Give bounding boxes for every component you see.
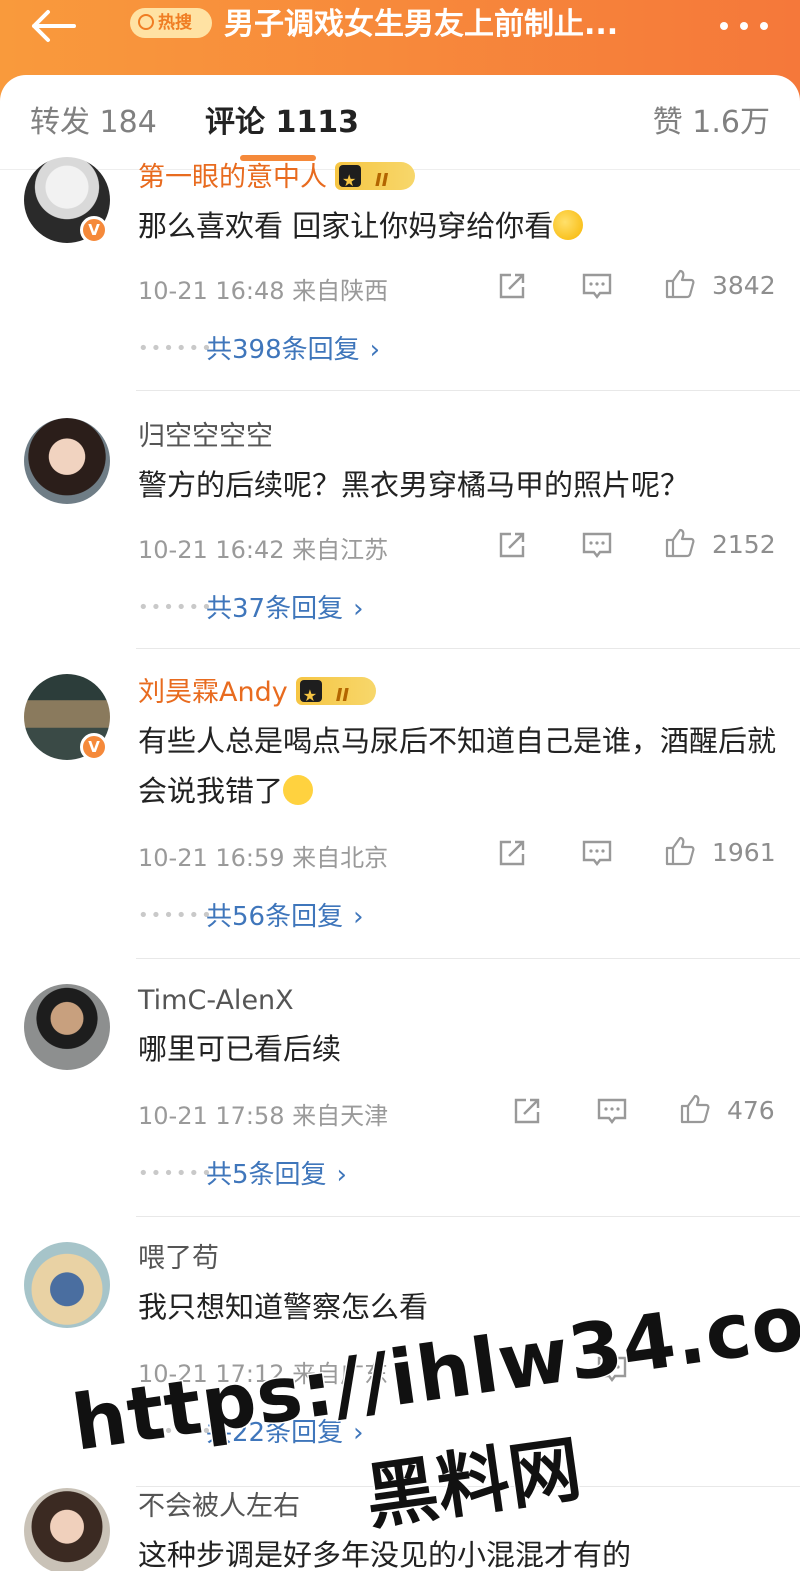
comment-text: 哪里可已看后续: [138, 1032, 342, 1066]
comment-item: 不会被人左右 这种步调是好多年没见的小混混才有的: [0, 1486, 800, 1571]
share-icon[interactable]: [495, 269, 529, 303]
replies-count: 共398条回复: [206, 335, 360, 365]
crying-emoji-icon: [553, 210, 584, 240]
comment-item: V 刘昊霖AndyII 有些人总是喝点马尿后不知道自己是谁，酒醒后就会说我错了 …: [0, 648, 800, 959]
like-count: 476: [727, 1096, 775, 1125]
avatar[interactable]: [24, 984, 110, 1070]
like-count: 2152: [712, 530, 776, 559]
chevron-right-icon: ›: [353, 594, 364, 624]
comment-item: 归空空空空 警方的后续呢？黑衣男穿橘马甲的照片呢？ 10-21 16:42 来自…: [0, 390, 800, 649]
tab-likes[interactable]: 赞 1.6万: [653, 103, 770, 143]
view-replies-link[interactable]: ••••••共5条回复 ›: [138, 1154, 347, 1191]
replies-count: 共22条回复: [206, 1418, 344, 1448]
tab-comments[interactable]: 评论 1113: [205, 103, 359, 143]
comment-time: 10-21 16:59: [138, 844, 285, 872]
comment-text: 这种步调是好多年没见的小混混才有的: [138, 1538, 632, 1571]
comment-location: 来自陕西: [292, 277, 389, 305]
vip-badge-icon: II: [295, 677, 376, 713]
view-replies-link[interactable]: ••••••共56条回复 ›: [138, 896, 364, 933]
smile-emoji-icon: [283, 775, 314, 805]
replies-count: 共37条回复: [206, 594, 344, 624]
like-icon[interactable]: [663, 267, 697, 301]
vip-badge-icon: II: [335, 162, 415, 198]
comment-icon[interactable]: [580, 836, 614, 870]
like-icon[interactable]: [678, 1092, 712, 1126]
comment-location: 来自北京: [292, 844, 389, 872]
comment-meta: 10-21 17:58 来自天津: [138, 1096, 388, 1131]
avatar[interactable]: [24, 418, 110, 504]
hot-search-label: 热搜: [158, 13, 192, 33]
comment-time: 10-21 16:48: [138, 277, 285, 305]
share-icon[interactable]: [495, 528, 529, 562]
view-replies-link[interactable]: ••••••共398条回复 ›: [138, 329, 380, 366]
share-icon[interactable]: [510, 1094, 544, 1128]
like-count: 3842: [712, 271, 776, 300]
username[interactable]: 第一眼的意中人 II: [138, 161, 415, 198]
comment-text: 有些人总是喝点马尿后不知道自己是谁，酒醒后就会说我错了: [138, 716, 778, 816]
chevron-right-icon: ›: [353, 1418, 364, 1448]
comment-location: 来自广东: [292, 1360, 389, 1388]
tab-bar: 转发 184 评论 1113 赞 1.6万: [0, 75, 800, 170]
verified-badge-icon: V: [80, 733, 108, 761]
hot-search-badge[interactable]: 热搜: [130, 8, 212, 38]
replies-count: 共56条回复: [206, 902, 344, 932]
back-arrow-icon[interactable]: [28, 8, 88, 48]
vip-level: II: [335, 685, 350, 706]
comment-text: 那么喜欢看 回家让你妈穿给你看: [138, 201, 778, 251]
comment-meta: 10-21 16:59 来自北京: [138, 838, 388, 873]
comment-meta: 10-21 16:48 来自陕西: [138, 271, 388, 306]
username-text: 第一眼的意中人: [138, 162, 327, 193]
verified-badge-icon: V: [80, 216, 108, 244]
vip-level: II: [375, 170, 389, 191]
more-options-icon[interactable]: [718, 8, 778, 42]
comment-icon[interactable]: [595, 1352, 629, 1386]
chevron-right-icon: ›: [369, 335, 381, 365]
comment-meta: 10-21 17:12 来自广东: [138, 1354, 388, 1389]
comment-item: V 第一眼的意中人 II 那么喜欢看 回家让你妈穿给你看 10-21 16:48 …: [0, 157, 800, 391]
avatar[interactable]: [24, 1488, 110, 1571]
comment-text: 我只想知道警察怎么看: [138, 1290, 429, 1324]
comment-time: 10-21 17:58: [138, 1102, 285, 1130]
chevron-right-icon: ›: [353, 902, 364, 932]
comment-text-body: 那么喜欢看 回家让你妈穿给你看: [138, 209, 554, 243]
username[interactable]: 归空空空空: [138, 420, 273, 454]
view-replies-link[interactable]: ••••••共37条回复 ›: [138, 588, 364, 625]
comment-location: 来自江苏: [292, 536, 389, 564]
comment-icon[interactable]: [595, 1094, 629, 1128]
page-title: 男子调戏女生男友上前制止...: [224, 7, 619, 42]
comment-meta: 10-21 16:42 来自江苏: [138, 530, 388, 565]
comment-icon[interactable]: [580, 269, 614, 303]
comment-text: 警方的后续呢？黑衣男穿橘马甲的照片呢？: [138, 468, 690, 502]
comment-time: 10-21 16:42: [138, 536, 285, 564]
comment-list: V 第一眼的意中人 II 那么喜欢看 回家让你妈穿给你看 10-21 16:48 …: [0, 157, 800, 1571]
username[interactable]: 喂了苟: [138, 1242, 219, 1276]
comment-time: 10-21 17:12: [138, 1360, 285, 1388]
comment-text-body: 有些人总是喝点马尿后不知道自己是谁，酒醒后就会说我错了: [138, 724, 777, 808]
comment-item: TimC-AlenX 哪里可已看后续 10-21 17:58 来自天津 476 …: [0, 958, 800, 1217]
replies-count: 共5条回复: [206, 1160, 327, 1190]
avatar[interactable]: [24, 1242, 110, 1328]
comment-location: 来自天津: [292, 1102, 389, 1130]
username[interactable]: 不会被人左右: [138, 1490, 300, 1524]
username-text: 刘昊霖Andy: [138, 677, 288, 708]
comment-item: 喂了苟 我只想知道警察怎么看 10-21 17:12 来自广东 ••••••共2…: [0, 1216, 800, 1487]
like-icon[interactable]: [663, 526, 697, 560]
search-icon: [138, 14, 154, 30]
comment-icon[interactable]: [580, 528, 614, 562]
like-icon[interactable]: [663, 834, 697, 868]
view-replies-link[interactable]: ••••••共22条回复 ›: [138, 1412, 364, 1449]
username[interactable]: 刘昊霖Andy II: [138, 676, 376, 713]
username[interactable]: TimC-AlenX: [138, 984, 294, 1018]
tab-repost[interactable]: 转发 184: [30, 103, 157, 143]
chevron-right-icon: ›: [336, 1160, 347, 1190]
share-icon[interactable]: [495, 836, 529, 870]
like-count: 1961: [712, 838, 776, 867]
